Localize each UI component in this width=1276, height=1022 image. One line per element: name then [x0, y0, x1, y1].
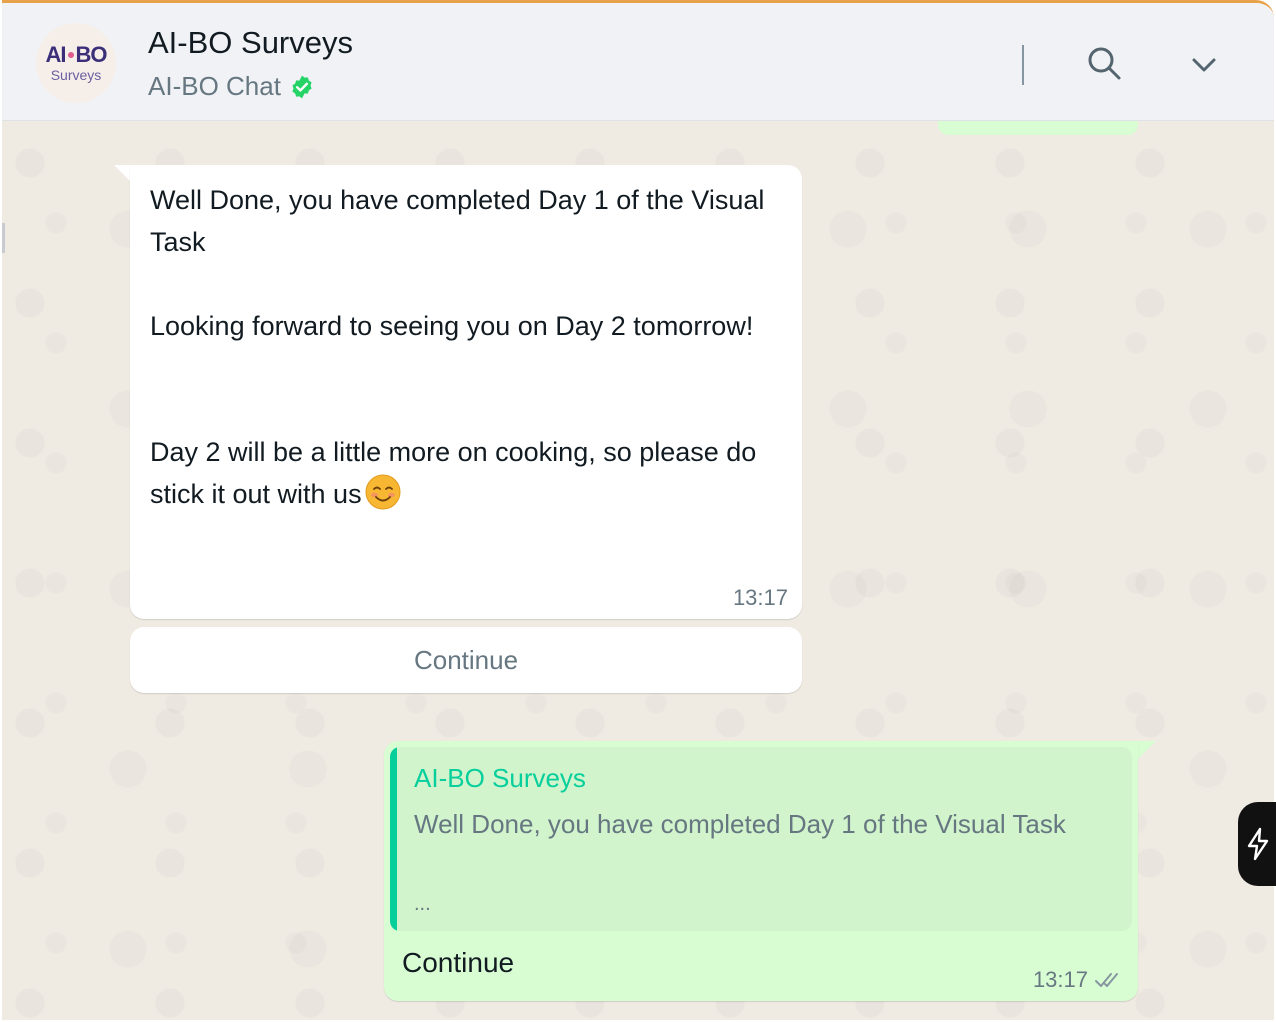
message-time: 13:17 — [732, 585, 788, 610]
side-panel-tab[interactable] — [1238, 802, 1276, 886]
quote-ellipsis: ... — [414, 893, 431, 915]
avatar-logo-dot — [67, 51, 74, 58]
message-paragraph-2: Looking forward to seeing you on Day 2 t… — [150, 311, 754, 341]
left-edge-marker — [2, 223, 5, 253]
chat-window: AI BO Surveys AI-BO Surveys AI-BO Chat W… — [2, 0, 1274, 1020]
contact-name[interactable]: AI-BO Surveys — [148, 25, 353, 61]
chat-header[interactable]: AI BO Surveys AI-BO Surveys AI-BO Chat — [2, 3, 1274, 121]
verified-badge-icon — [292, 75, 312, 98]
message-paragraph-1: Well Done, you have completed Day 1 of t… — [150, 185, 765, 257]
outgoing-message-meta: 13:17 — [1033, 967, 1124, 993]
continue-button[interactable]: Continue — [130, 627, 802, 693]
avatar[interactable]: AI BO Surveys — [36, 23, 116, 103]
quote-accent-bar — [390, 747, 397, 931]
outgoing-bubble-tail — [1138, 741, 1156, 759]
quote-author: AI-BO Surveys — [414, 763, 586, 793]
quote-text: Well Done, you have completed Day 1 of t… — [414, 809, 1066, 839]
previous-message-edge — [938, 121, 1138, 135]
avatar-logo-text-left: AI — [45, 41, 67, 67]
header-divider — [1022, 45, 1024, 85]
lightning-icon — [1247, 827, 1269, 861]
quoted-message[interactable]: AI-BO Surveys Well Done, you have comple… — [390, 747, 1132, 931]
avatar-logo-text-right: BO — [75, 41, 108, 67]
avatar-logo-bottom: Surveys — [50, 66, 102, 83]
incoming-message[interactable]: Well Done, you have completed Day 1 of t… — [130, 165, 802, 619]
smiling-face-emoji-icon — [365, 474, 401, 510]
double-check-icon — [1095, 973, 1118, 987]
reply-text: Continue — [402, 947, 515, 978]
message-paragraph-3: Day 2 will be a little more on cooking, … — [150, 431, 790, 515]
outgoing-message[interactable]: AI-BO Surveys Well Done, you have comple… — [384, 741, 1138, 1001]
chevron-down-icon[interactable] — [1186, 47, 1222, 83]
outgoing-message-time: 13:17 — [1032, 967, 1088, 992]
avatar-logo-top: AI BO — [45, 41, 108, 67]
message-paragraph-3-text: Day 2 will be a little more on cooking, … — [150, 437, 757, 509]
contact-subtitle-text: AI-BO Chat — [148, 71, 281, 101]
search-icon[interactable] — [1084, 43, 1124, 83]
contact-subtitle: AI-BO Chat — [148, 71, 315, 102]
